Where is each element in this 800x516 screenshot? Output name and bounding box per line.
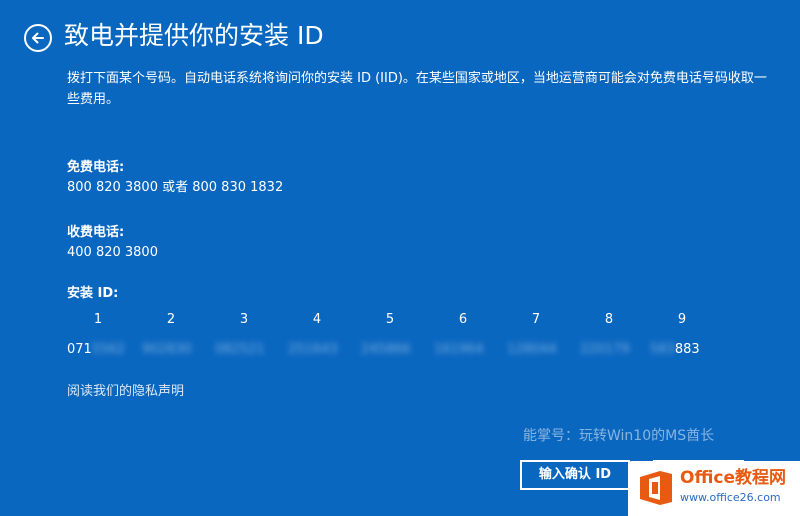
page-title: 致电并提供你的安装 ID bbox=[64, 21, 324, 50]
id-column-number: 6 bbox=[458, 312, 468, 327]
toll-free-numbers: 800 820 3800 或者 800 830 1832 bbox=[67, 180, 284, 195]
id-group-redacted: 082521 bbox=[215, 342, 265, 357]
toll-number: 400 820 3800 bbox=[67, 245, 158, 260]
id-column-number: 5 bbox=[385, 312, 395, 327]
installation-id-grid: 1 2 3 4 5 6 7 8 9 0715562 902830 082521 … bbox=[67, 310, 747, 360]
activation-dialog: 致电并提供你的安装 ID 拨打下面某个号码。自动电话系统将询问你的安装 ID (… bbox=[0, 0, 800, 516]
logo-brand-text: Office教程网 bbox=[680, 468, 787, 488]
id-column-number: 2 bbox=[166, 312, 176, 327]
logo-url-text: www.office26.com bbox=[680, 491, 781, 504]
id-group-redacted: 583 bbox=[650, 342, 675, 357]
arrow-left-icon bbox=[32, 32, 44, 44]
office26-logo: Office教程网 www.office26.com bbox=[628, 461, 800, 516]
id-group-redacted: 161964 bbox=[434, 342, 484, 357]
installation-id-label: 安装 ID: bbox=[67, 286, 119, 301]
id-group-redacted: 220179 bbox=[580, 342, 630, 357]
enter-confirmation-id-button[interactable]: 输入确认 ID bbox=[520, 460, 630, 490]
id-group-visible: 071 bbox=[67, 342, 92, 357]
id-column-number: 1 bbox=[93, 312, 103, 327]
privacy-statement-link[interactable]: 阅读我们的隐私声明 bbox=[67, 382, 184, 402]
id-group-1: 0715562 bbox=[67, 340, 125, 360]
id-group-redacted: 5562 bbox=[91, 342, 125, 357]
id-column-number: 3 bbox=[239, 312, 249, 327]
toll-free-label: 免费电话: bbox=[67, 160, 125, 175]
id-group-redacted: 128044 bbox=[507, 342, 557, 357]
watermark-text: 能掌号：玩转Win10的MS酋长 bbox=[523, 428, 715, 444]
id-column-number: 7 bbox=[531, 312, 541, 327]
toll-label: 收费电话: bbox=[67, 225, 125, 240]
id-column-number: 9 bbox=[677, 312, 687, 327]
office-logo-icon bbox=[640, 471, 672, 505]
id-group-redacted: 902830 bbox=[142, 342, 192, 357]
id-group-9: 583883 bbox=[650, 340, 700, 360]
back-button[interactable] bbox=[24, 24, 52, 52]
id-group-redacted: 251643 bbox=[288, 342, 338, 357]
id-group-redacted: 245866 bbox=[361, 342, 411, 357]
id-column-number: 4 bbox=[312, 312, 322, 327]
id-group-visible: 883 bbox=[674, 342, 700, 357]
id-column-number: 8 bbox=[604, 312, 614, 327]
instructions-text: 拨打下面某个号码。自动电话系统将询问你的安装 ID (IID)。在某些国家或地区… bbox=[67, 71, 767, 107]
